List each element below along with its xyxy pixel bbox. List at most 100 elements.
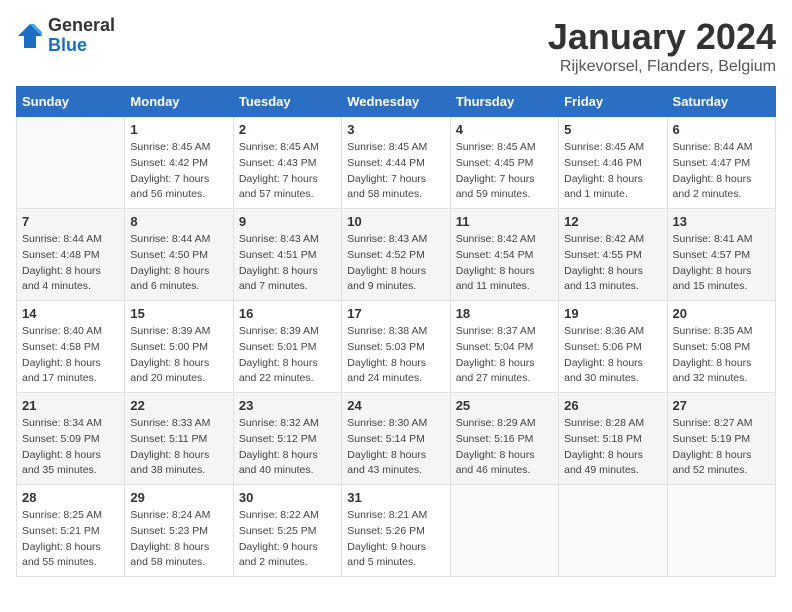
calendar-cell: [559, 485, 667, 577]
day-info: Sunrise: 8:45 AMSunset: 4:45 PMDaylight:…: [456, 140, 553, 203]
day-info: Sunrise: 8:39 AMSunset: 5:00 PMDaylight:…: [130, 324, 227, 387]
day-info: Sunrise: 8:29 AMSunset: 5:16 PMDaylight:…: [456, 416, 553, 479]
day-info: Sunrise: 8:37 AMSunset: 5:04 PMDaylight:…: [456, 324, 553, 387]
calendar-table: SundayMondayTuesdayWednesdayThursdayFrid…: [16, 86, 776, 577]
logo: General Blue: [16, 16, 115, 56]
calendar-cell: 13 Sunrise: 8:41 AMSunset: 4:57 PMDayligh…: [667, 209, 775, 301]
day-number: 8: [130, 214, 227, 229]
day-info: Sunrise: 8:44 AMSunset: 4:47 PMDaylight:…: [673, 140, 770, 203]
day-info: Sunrise: 8:21 AMSunset: 5:26 PMDaylight:…: [347, 508, 444, 571]
day-info: Sunrise: 8:41 AMSunset: 4:57 PMDaylight:…: [673, 232, 770, 295]
day-number: 24: [347, 398, 444, 413]
day-info: Sunrise: 8:27 AMSunset: 5:19 PMDaylight:…: [673, 416, 770, 479]
calendar-cell: 20 Sunrise: 8:35 AMSunset: 5:08 PMDayligh…: [667, 301, 775, 393]
logo-blue: Blue: [48, 35, 87, 55]
calendar-week-row: 14Sunrise: 8:40 AMSunset: 4:58 PMDayligh…: [17, 301, 776, 393]
day-info: Sunrise: 8:22 AMSunset: 5:25 PMDaylight:…: [239, 508, 336, 571]
calendar-cell: 7Sunrise: 8:44 AMSunset: 4:48 PMDaylight…: [17, 209, 125, 301]
day-number: 11: [456, 214, 553, 229]
day-number: 31: [347, 490, 444, 505]
day-number: 5: [564, 122, 661, 137]
weekday-header: Tuesday: [233, 87, 341, 117]
day-info: Sunrise: 8:35 AMSunset: 5:08 PMDaylight:…: [673, 324, 770, 387]
day-number: 25: [456, 398, 553, 413]
calendar-cell: 12 Sunrise: 8:42 AMSunset: 4:55 PMDayligh…: [559, 209, 667, 301]
day-info: Sunrise: 8:40 AMSunset: 4:58 PMDaylight:…: [22, 324, 119, 387]
day-info: Sunrise: 8:42 AMSunset: 4:54 PMDaylight:…: [456, 232, 553, 295]
day-number: 19: [564, 306, 661, 321]
day-info: Sunrise: 8:45 AMSunset: 4:42 PMDaylight:…: [130, 140, 227, 203]
day-info: Sunrise: 8:45 AMSunset: 4:44 PMDaylight:…: [347, 140, 444, 203]
day-number: 10: [347, 214, 444, 229]
calendar-cell: 31 Sunrise: 8:21 AMSunset: 5:26 PMDayligh…: [342, 485, 450, 577]
calendar-cell: 5Sunrise: 8:45 AMSunset: 4:46 PMDaylight…: [559, 117, 667, 209]
day-info: Sunrise: 8:32 AMSunset: 5:12 PMDaylight:…: [239, 416, 336, 479]
calendar-cell: 2 Sunrise: 8:45 AMSunset: 4:43 PMDaylight…: [233, 117, 341, 209]
day-number: 1: [130, 122, 227, 137]
day-number: 21: [22, 398, 119, 413]
calendar-cell: 21 Sunrise: 8:34 AMSunset: 5:09 PMDayligh…: [17, 393, 125, 485]
day-info: Sunrise: 8:45 AMSunset: 4:43 PMDaylight:…: [239, 140, 336, 203]
day-number: 27: [673, 398, 770, 413]
weekday-header: Monday: [125, 87, 233, 117]
day-number: 13: [673, 214, 770, 229]
calendar-cell: 15 Sunrise: 8:39 AMSunset: 5:00 PMDayligh…: [125, 301, 233, 393]
day-number: 6: [673, 122, 770, 137]
day-info: Sunrise: 8:34 AMSunset: 5:09 PMDaylight:…: [22, 416, 119, 479]
day-info: Sunrise: 8:43 AMSunset: 4:52 PMDaylight:…: [347, 232, 444, 295]
calendar-cell: 9 Sunrise: 8:43 AMSunset: 4:51 PMDaylight…: [233, 209, 341, 301]
day-number: 26: [564, 398, 661, 413]
calendar-week-row: 21 Sunrise: 8:34 AMSunset: 5:09 PMDayligh…: [17, 393, 776, 485]
weekday-header: Wednesday: [342, 87, 450, 117]
day-number: 28: [22, 490, 119, 505]
calendar-cell: 23 Sunrise: 8:32 AMSunset: 5:12 PMDayligh…: [233, 393, 341, 485]
day-info: Sunrise: 8:42 AMSunset: 4:55 PMDaylight:…: [564, 232, 661, 295]
page-header: General Blue January 2024 Rijkevorsel, F…: [16, 16, 776, 76]
day-number: 30: [239, 490, 336, 505]
day-number: 20: [673, 306, 770, 321]
day-info: Sunrise: 8:39 AMSunset: 5:01 PMDaylight:…: [239, 324, 336, 387]
weekday-header: Saturday: [667, 87, 775, 117]
calendar-header: SundayMondayTuesdayWednesdayThursdayFrid…: [17, 87, 776, 117]
calendar-cell: 6 Sunrise: 8:44 AMSunset: 4:47 PMDaylight…: [667, 117, 775, 209]
calendar-cell: 28 Sunrise: 8:25 AMSunset: 5:21 PMDayligh…: [17, 485, 125, 577]
day-info: Sunrise: 8:44 AMSunset: 4:48 PMDaylight:…: [22, 232, 119, 295]
day-info: Sunrise: 8:28 AMSunset: 5:18 PMDaylight:…: [564, 416, 661, 479]
day-info: Sunrise: 8:44 AMSunset: 4:50 PMDaylight:…: [130, 232, 227, 295]
day-number: 9: [239, 214, 336, 229]
day-info: Sunrise: 8:25 AMSunset: 5:21 PMDaylight:…: [22, 508, 119, 571]
day-info: Sunrise: 8:36 AMSunset: 5:06 PMDaylight:…: [564, 324, 661, 387]
logo-general: General: [48, 15, 115, 35]
calendar-cell: 8 Sunrise: 8:44 AMSunset: 4:50 PMDaylight…: [125, 209, 233, 301]
calendar-cell: [667, 485, 775, 577]
calendar-cell: 10 Sunrise: 8:43 AMSunset: 4:52 PMDayligh…: [342, 209, 450, 301]
day-number: 4: [456, 122, 553, 137]
day-info: Sunrise: 8:24 AMSunset: 5:23 PMDaylight:…: [130, 508, 227, 571]
day-info: Sunrise: 8:33 AMSunset: 5:11 PMDaylight:…: [130, 416, 227, 479]
calendar-cell: 16 Sunrise: 8:39 AMSunset: 5:01 PMDayligh…: [233, 301, 341, 393]
day-number: 3: [347, 122, 444, 137]
day-number: 2: [239, 122, 336, 137]
calendar-cell: [450, 485, 558, 577]
calendar-cell: 3 Sunrise: 8:45 AMSunset: 4:44 PMDaylight…: [342, 117, 450, 209]
calendar-cell: 24Sunrise: 8:30 AMSunset: 5:14 PMDayligh…: [342, 393, 450, 485]
day-number: 18: [456, 306, 553, 321]
calendar-cell: 17Sunrise: 8:38 AMSunset: 5:03 PMDayligh…: [342, 301, 450, 393]
calendar-body: 1 Sunrise: 8:45 AMSunset: 4:42 PMDaylight…: [17, 117, 776, 577]
location: Rijkevorsel, Flanders, Belgium: [548, 58, 776, 76]
calendar-cell: 22 Sunrise: 8:33 AMSunset: 5:11 PMDayligh…: [125, 393, 233, 485]
title-section: January 2024 Rijkevorsel, Flanders, Belg…: [548, 16, 776, 76]
calendar-cell: 11 Sunrise: 8:42 AMSunset: 4:54 PMDayligh…: [450, 209, 558, 301]
day-number: 16: [239, 306, 336, 321]
day-number: 15: [130, 306, 227, 321]
day-number: 23: [239, 398, 336, 413]
calendar-cell: 30 Sunrise: 8:22 AMSunset: 5:25 PMDayligh…: [233, 485, 341, 577]
day-number: 22: [130, 398, 227, 413]
day-number: 12: [564, 214, 661, 229]
day-info: Sunrise: 8:38 AMSunset: 5:03 PMDaylight:…: [347, 324, 444, 387]
calendar-week-row: 28 Sunrise: 8:25 AMSunset: 5:21 PMDayligh…: [17, 485, 776, 577]
calendar-cell: 18 Sunrise: 8:37 AMSunset: 5:04 PMDayligh…: [450, 301, 558, 393]
day-info: Sunrise: 8:43 AMSunset: 4:51 PMDaylight:…: [239, 232, 336, 295]
day-number: 29: [130, 490, 227, 505]
calendar-cell: 27 Sunrise: 8:27 AMSunset: 5:19 PMDayligh…: [667, 393, 775, 485]
